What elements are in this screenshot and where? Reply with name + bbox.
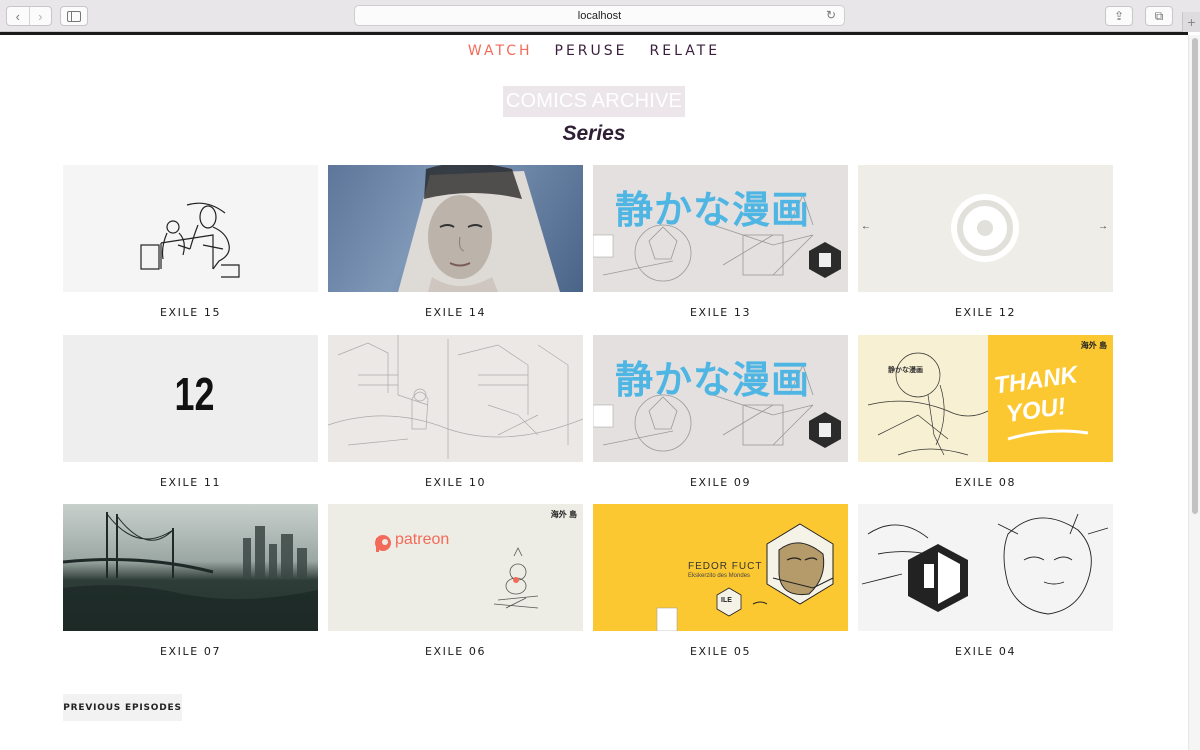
small-jp-label: 静かな漫画 (888, 367, 923, 374)
japanese-title: 静かな漫画 (615, 188, 811, 232)
patreon-logo-text: patreon (395, 531, 450, 548)
scrollbar-thumb[interactable] (1192, 38, 1198, 514)
previous-episodes-button[interactable]: PREVIOUS EPISODES (63, 694, 182, 721)
episode-thumbnail[interactable]: 12 (63, 335, 318, 462)
episode-thumbnail[interactable] (63, 504, 318, 631)
episode-title[interactable]: EXILE 05 (593, 645, 848, 658)
episode-thumbnail[interactable] (63, 165, 318, 292)
episode-title[interactable]: EXILE 15 (63, 306, 318, 319)
episode-thumbnail[interactable]: 静かな漫画 (593, 335, 848, 462)
page-title: Series (562, 122, 626, 145)
sidebar-toggle-icon[interactable] (60, 6, 88, 26)
episode-thumbnail[interactable]: 静かな漫画 海外 島 THANK YOU! (858, 335, 1113, 462)
corner-mark: 海外 島 (550, 510, 577, 519)
browser-toolbar: ‹ › localhost ↻ ⇪ ⧉ + (0, 0, 1200, 32)
episode-thumbnail[interactable]: ← → (858, 165, 1113, 292)
page-top-border (0, 32, 1188, 35)
carousel-next-icon[interactable]: → (1098, 221, 1108, 232)
episode-title[interactable]: EXILE 13 (593, 306, 848, 319)
corner-mark: 海外 島 (1080, 341, 1107, 350)
comics-archive-heading: COMICS ARCHIVE (503, 86, 685, 117)
big-number: 12 (174, 368, 215, 420)
japanese-title: 静かな漫画 (615, 358, 811, 402)
episode-title[interactable]: EXILE 10 (328, 476, 583, 489)
carousel-prev-icon[interactable]: ← (861, 221, 871, 232)
url-text: localhost (577, 9, 622, 22)
back-icon[interactable]: ‹ (7, 7, 29, 25)
share-icon[interactable]: ⇪ (1105, 6, 1133, 26)
episode-thumbnail[interactable] (328, 335, 583, 462)
episode-thumbnail[interactable]: FEDOR FUCT Ekskerzito des Mondes ILE (593, 504, 848, 631)
new-tab-icon[interactable]: + (1182, 12, 1200, 32)
episode-thumbnail[interactable] (328, 165, 583, 292)
author-name: FEDOR FUCT (688, 561, 763, 572)
nav-peruse[interactable]: PERUSE (555, 43, 628, 59)
address-bar[interactable]: localhost ↻ (354, 5, 845, 26)
episode-title[interactable]: EXILE 04 (858, 645, 1113, 658)
reload-icon[interactable]: ↻ (826, 8, 836, 22)
episode-title[interactable]: EXILE 07 (63, 645, 318, 658)
episode-title[interactable]: EXILE 08 (858, 476, 1113, 489)
episode-thumbnail[interactable] (858, 504, 1113, 631)
forward-icon[interactable]: › (28, 7, 52, 25)
episode-title[interactable]: EXILE 12 (858, 306, 1113, 319)
episode-subtitle: Ekskerzito des Mondes (688, 573, 751, 579)
nav-relate[interactable]: RELATE (650, 43, 721, 59)
episode-title[interactable]: EXILE 14 (328, 306, 583, 319)
main-nav: WATCH PERUSE RELATE (0, 43, 1188, 59)
episode-title[interactable]: EXILE 06 (328, 645, 583, 658)
history-nav: ‹ › (6, 6, 52, 26)
episode-thumbnail[interactable]: patreon 海外 島 (328, 504, 583, 631)
ile-badge: ILE (721, 597, 732, 604)
episode-title[interactable]: EXILE 09 (593, 476, 848, 489)
episode-title[interactable]: EXILE 11 (63, 476, 318, 489)
episode-thumbnail[interactable]: 静かな漫画 (593, 165, 848, 292)
scrollbar[interactable] (1188, 35, 1200, 750)
nav-watch[interactable]: WATCH (468, 43, 533, 59)
tabs-overview-icon[interactable]: ⧉ (1145, 6, 1173, 26)
